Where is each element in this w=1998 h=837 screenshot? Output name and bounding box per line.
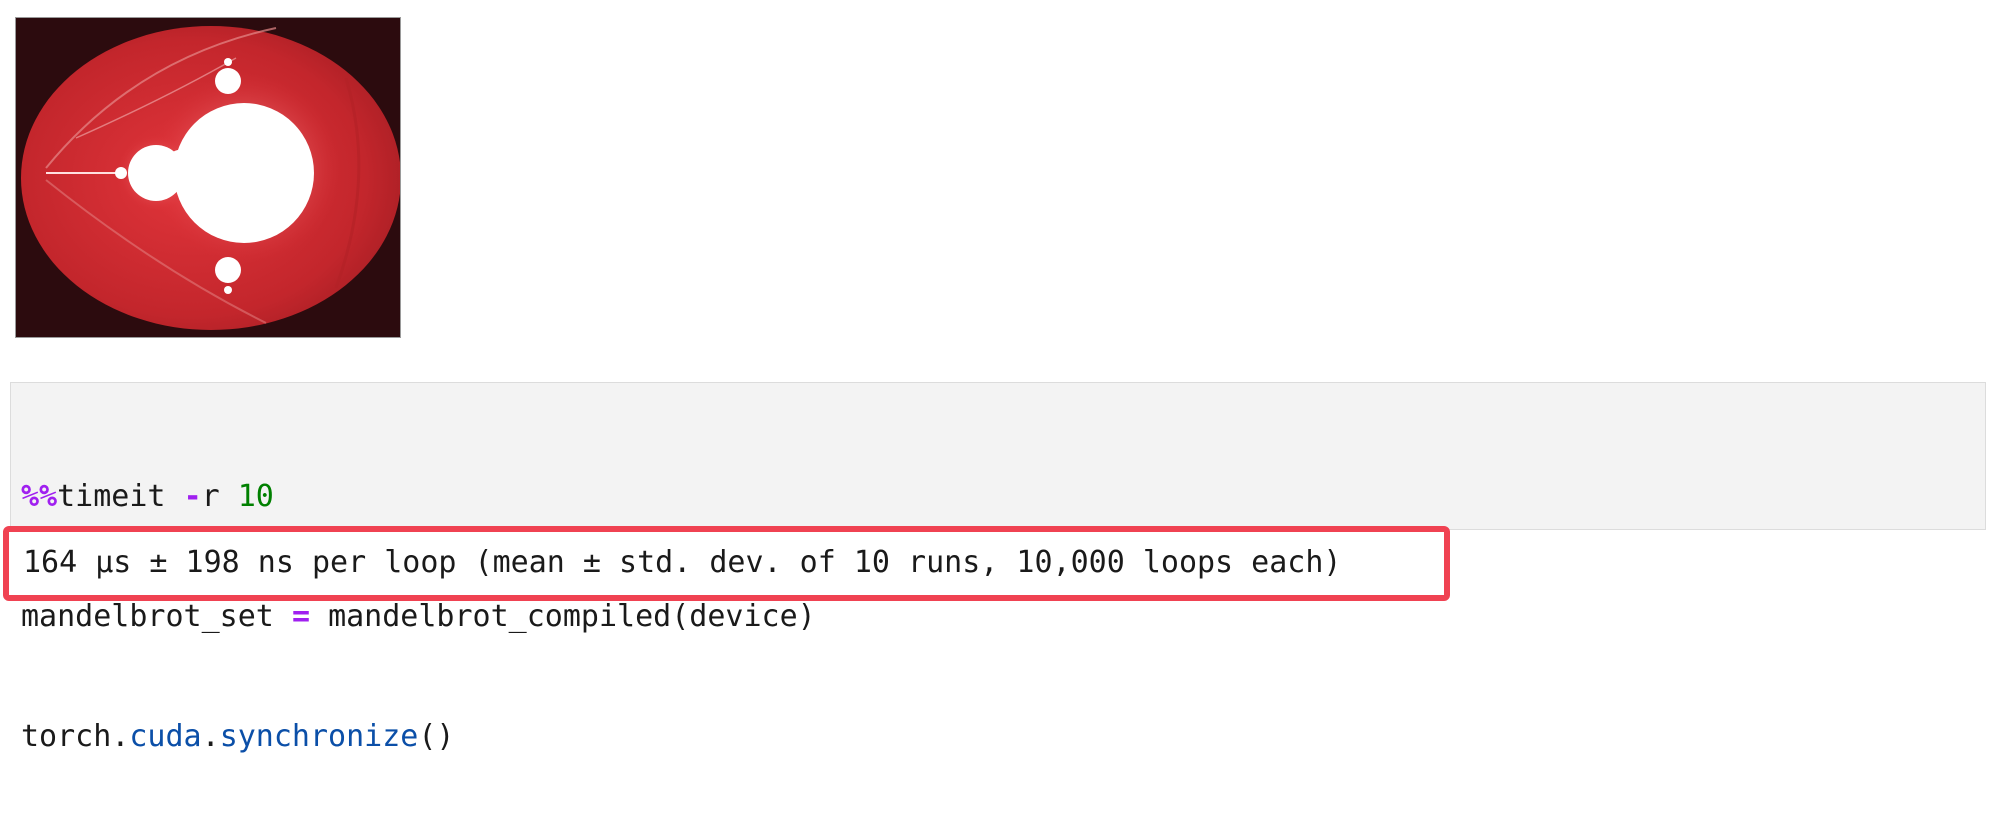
attribute-name: cuda <box>129 719 202 754</box>
mandelbrot-plot <box>15 17 401 338</box>
module-name: torch <box>21 719 112 754</box>
function-call: mandelbrot_compiled(device) <box>328 599 816 634</box>
flag-value: 10 <box>237 479 274 514</box>
magic-command: timeit <box>57 479 166 514</box>
timing-output-text: 164 µs ± 198 ns per loop (mean ± std. de… <box>23 545 1342 580</box>
mandelbrot-fractal-image <box>16 18 400 337</box>
call-parens: () <box>418 719 455 754</box>
dot-separator: . <box>201 719 220 754</box>
flag-name: r <box>201 479 220 514</box>
flag-dash: - <box>183 479 202 514</box>
code-line-3: torch.cuda.synchronize() <box>21 717 816 757</box>
magic-prefix: %% <box>21 479 58 514</box>
assignment-target: mandelbrot_set <box>21 599 274 634</box>
code-cell[interactable]: %%timeit -r 10 mandelbrot_set = mandelbr… <box>10 382 1986 754</box>
code-line-2: mandelbrot_set = mandelbrot_compiled(dev… <box>21 597 816 637</box>
timing-output-highlight: 164 µs ± 198 ns per loop (mean ± std. de… <box>3 526 1450 601</box>
code-line-1: %%timeit -r 10 <box>21 477 816 517</box>
dot-separator: . <box>111 719 130 754</box>
method-name: synchronize <box>219 719 419 754</box>
assignment-operator: = <box>291 599 310 634</box>
code-editor[interactable]: %%timeit -r 10 mandelbrot_set = mandelbr… <box>21 397 816 837</box>
